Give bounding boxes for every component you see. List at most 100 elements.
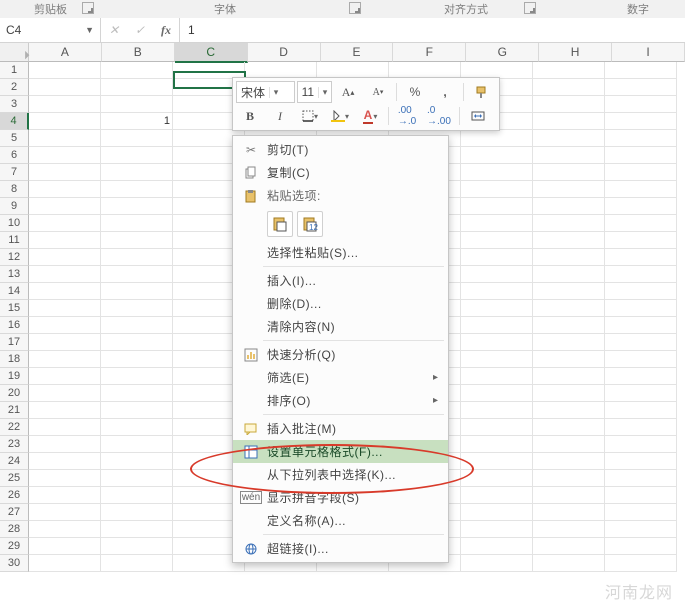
cell[interactable] [461,283,533,300]
cell[interactable] [533,385,605,402]
cell[interactable] [29,198,101,215]
merge-center-icon[interactable] [464,105,492,127]
cell[interactable] [29,181,101,198]
row-header[interactable]: 2 [0,79,29,96]
row-header[interactable]: 20 [0,385,29,402]
increase-decimal-icon[interactable]: .0→.00 [423,105,455,127]
cell[interactable] [605,453,677,470]
cell[interactable] [605,96,677,113]
cell[interactable] [29,215,101,232]
cell[interactable] [101,79,173,96]
cell[interactable] [101,402,173,419]
cell[interactable] [29,453,101,470]
menu-insert-comment[interactable]: 插入批注(M) [233,417,448,440]
row-header[interactable]: 17 [0,334,29,351]
cell[interactable] [461,300,533,317]
row-header[interactable]: 12 [0,249,29,266]
menu-define-name[interactable]: 定义名称(A)... [233,509,448,532]
cell[interactable] [533,351,605,368]
cell[interactable] [533,232,605,249]
bold-button[interactable]: B [236,105,264,127]
cell[interactable] [533,215,605,232]
row-header[interactable]: 5 [0,130,29,147]
cell[interactable] [461,130,533,147]
row-header[interactable]: 9 [0,198,29,215]
row-header[interactable]: 10 [0,215,29,232]
decrease-font-icon[interactable]: A▾ [364,81,392,103]
decrease-decimal-icon[interactable]: .00→.0 [393,105,421,127]
menu-quick-analysis[interactable]: 快速分析(Q) [233,343,448,366]
row-header[interactable]: 18 [0,351,29,368]
cell[interactable] [29,283,101,300]
cell[interactable] [101,334,173,351]
cell[interactable] [533,62,605,79]
row-header[interactable]: 7 [0,164,29,181]
comma-button[interactable]: , [431,81,459,103]
cell[interactable] [101,487,173,504]
cell[interactable] [533,147,605,164]
fx-icon[interactable]: fx [153,23,179,38]
cell[interactable] [461,521,533,538]
cell[interactable] [461,470,533,487]
font-size-combo[interactable]: 11▾ [297,81,332,103]
select-all-corner[interactable] [0,43,29,62]
format-painter-icon[interactable] [468,81,496,103]
chevron-down-icon[interactable]: ▼ [85,25,94,35]
cell[interactable] [605,164,677,181]
formula-input[interactable]: 1 [180,18,203,42]
cell[interactable] [101,385,173,402]
cell[interactable] [29,385,101,402]
col-header-F[interactable]: F [393,43,466,62]
italic-button[interactable]: I [266,105,294,127]
cell[interactable] [533,130,605,147]
cell[interactable] [29,521,101,538]
cell[interactable] [101,300,173,317]
menu-hyperlink[interactable]: 超链接(I)... [233,537,448,560]
cell[interactable] [101,436,173,453]
row-header[interactable]: 4 [0,113,29,130]
cell[interactable] [533,283,605,300]
cell[interactable] [533,317,605,334]
cell[interactable] [605,419,677,436]
cell[interactable] [533,470,605,487]
cell[interactable] [533,181,605,198]
row-header[interactable]: 23 [0,436,29,453]
cell[interactable] [533,198,605,215]
cell[interactable] [605,198,677,215]
cell[interactable] [605,334,677,351]
cell[interactable] [101,351,173,368]
cell[interactable] [533,436,605,453]
menu-clear[interactable]: 清除内容(N) [233,315,448,338]
cell[interactable] [605,62,677,79]
row-header[interactable]: 14 [0,283,29,300]
border-button[interactable]: ▾ [296,105,324,127]
cell[interactable] [29,249,101,266]
cell[interactable] [101,317,173,334]
row-header[interactable]: 25 [0,470,29,487]
cell[interactable] [101,266,173,283]
cell[interactable] [29,147,101,164]
cell[interactable] [461,164,533,181]
cell[interactable] [461,351,533,368]
cell[interactable] [533,453,605,470]
cell[interactable] [101,504,173,521]
row-header[interactable]: 28 [0,521,29,538]
cell[interactable] [605,300,677,317]
name-box[interactable]: C4 ▼ [0,18,101,42]
cell[interactable] [101,283,173,300]
cell[interactable] [461,181,533,198]
cell[interactable] [461,555,533,572]
row-header[interactable]: 22 [0,419,29,436]
cell[interactable] [29,368,101,385]
cell[interactable] [605,113,677,130]
cell[interactable] [461,266,533,283]
cell[interactable] [533,504,605,521]
cell[interactable] [461,232,533,249]
row-header[interactable]: 26 [0,487,29,504]
cell[interactable] [605,470,677,487]
cell[interactable] [461,385,533,402]
row-header[interactable]: 1 [0,62,29,79]
cell[interactable] [605,351,677,368]
cell[interactable]: 1 [101,113,173,130]
cell[interactable] [533,538,605,555]
